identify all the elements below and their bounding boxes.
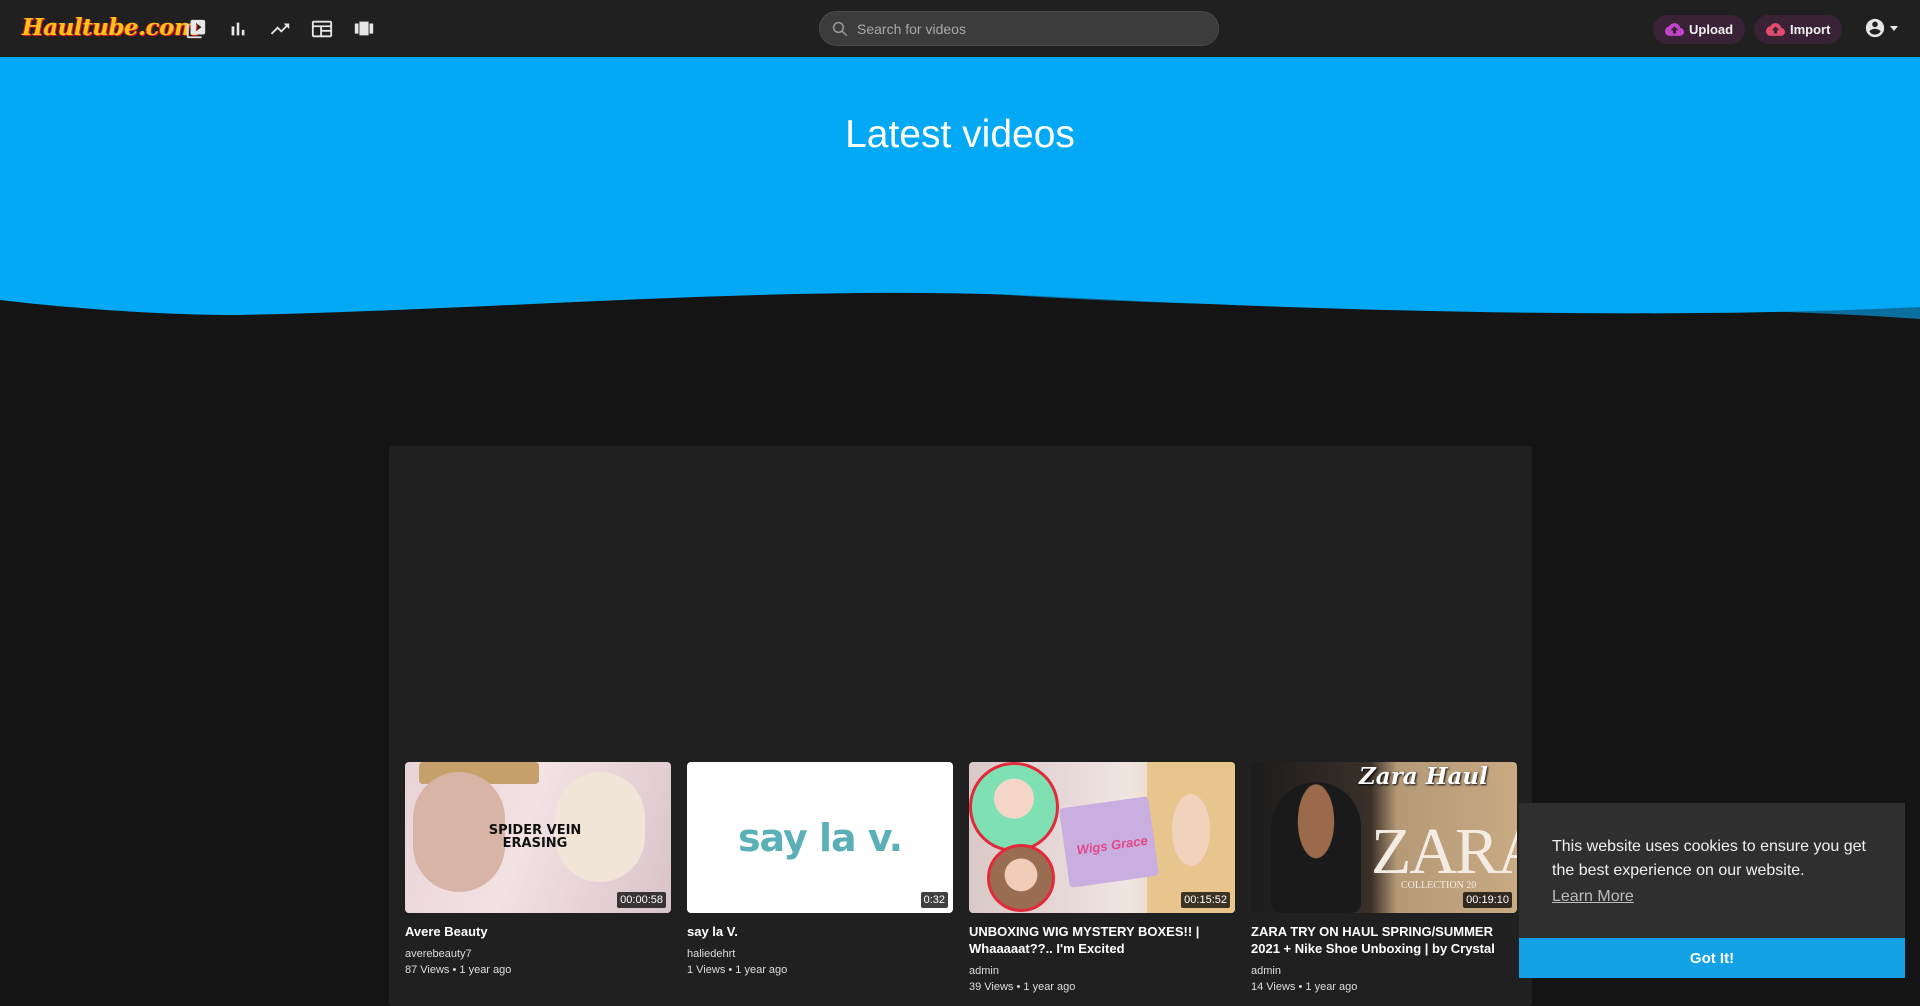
video-thumbnail[interactable]: Wigs Grace 00:15:52 bbox=[969, 762, 1235, 913]
video-meta: 39 Views • 1 year ago bbox=[969, 981, 1076, 993]
video-duration: 00:15:52 bbox=[1181, 892, 1230, 908]
thumb-decor: Wigs Grace bbox=[1058, 796, 1160, 888]
search-input[interactable] bbox=[857, 20, 1197, 37]
video-uploader[interactable]: haliedehrt bbox=[687, 948, 953, 960]
video-card[interactable]: say la v. 0:32 say la V. haliedehrt 1 Vi… bbox=[687, 762, 953, 993]
cookie-accept-button[interactable]: Got It! bbox=[1519, 938, 1905, 978]
import-label: Import bbox=[1790, 22, 1831, 37]
top-navbar: Haultube.com Upload Import bbox=[0, 0, 1920, 57]
hero-wave bbox=[0, 57, 1920, 332]
video-title[interactable]: say la V. bbox=[687, 923, 953, 940]
thumbnail-subtext: COLLECTION 20 bbox=[1401, 880, 1477, 891]
carousel-icon[interactable] bbox=[352, 17, 376, 41]
thumb-decor bbox=[987, 844, 1055, 912]
site-logo[interactable]: Haultube.com bbox=[22, 14, 198, 41]
video-title[interactable]: UNBOXING WIG MYSTERY BOXES!! | Whaaaaat?… bbox=[969, 923, 1235, 957]
trending-icon[interactable] bbox=[268, 17, 292, 41]
video-card[interactable]: Wigs Grace 00:15:52 UNBOXING WIG MYSTERY… bbox=[969, 762, 1235, 993]
cookie-message: This website uses cookies to ensure you … bbox=[1552, 838, 1866, 879]
cookie-banner: This website uses cookies to ensure you … bbox=[1519, 803, 1905, 978]
video-uploader[interactable]: admin bbox=[969, 965, 1235, 977]
thumbnail-text: Zara Haul bbox=[1359, 763, 1488, 790]
thumbnail-text: say la v. bbox=[737, 815, 903, 860]
upload-label: Upload bbox=[1689, 22, 1734, 37]
video-card[interactable]: ZARA COLLECTION 20 Zara Haul 00:19:10 ZA… bbox=[1251, 762, 1517, 993]
video-title[interactable]: Avere Beauty bbox=[405, 923, 671, 940]
video-meta: 14 Views • 1 year ago bbox=[1251, 981, 1358, 993]
thumbnail-text: SPIDER VEIN ERASING bbox=[488, 823, 582, 851]
video-duration: 0:32 bbox=[920, 892, 948, 908]
search-bar[interactable] bbox=[819, 11, 1219, 46]
video-thumbnail[interactable]: SPIDER VEIN ERASING 00:00:58 bbox=[405, 762, 671, 913]
upload-button[interactable]: Upload bbox=[1653, 15, 1746, 44]
video-duration: 00:00:58 bbox=[617, 892, 666, 908]
thumbnail-logo: ZARA bbox=[1371, 815, 1517, 888]
thumb-decor bbox=[1147, 762, 1235, 913]
video-uploader[interactable]: admin bbox=[1251, 965, 1517, 977]
video-thumbnail[interactable]: say la v. 0:32 bbox=[687, 762, 953, 913]
page-title: Latest videos bbox=[845, 113, 1075, 156]
account-menu[interactable] bbox=[1864, 17, 1900, 39]
charts-icon[interactable] bbox=[226, 17, 250, 41]
caret-down-icon bbox=[1890, 26, 1898, 31]
import-button[interactable]: Import bbox=[1754, 15, 1843, 44]
video-duration: 00:19:10 bbox=[1463, 892, 1512, 908]
thumb-decor bbox=[969, 762, 1059, 852]
videos-icon[interactable] bbox=[184, 17, 208, 41]
video-uploader[interactable]: averebeauty7 bbox=[405, 948, 671, 960]
video-thumbnail[interactable]: ZARA COLLECTION 20 Zara Haul 00:19:10 bbox=[1251, 762, 1517, 913]
video-title[interactable]: ZARA TRY ON HAUL SPRING/SUMMER 2021 + Ni… bbox=[1251, 923, 1517, 957]
video-meta: 1 Views • 1 year ago bbox=[687, 964, 788, 976]
hero-banner: Latest videos bbox=[0, 57, 1920, 332]
nav-icon-group bbox=[184, 17, 376, 41]
video-meta: 87 Views • 1 year ago bbox=[405, 964, 512, 976]
thumbnail-text: Wigs Grace bbox=[1075, 832, 1149, 858]
video-grid: SPIDER VEIN ERASING 00:00:58 Avere Beaut… bbox=[405, 762, 1517, 993]
search-icon bbox=[832, 21, 848, 36]
cloud-upload-icon bbox=[1665, 23, 1684, 36]
account-circle-icon bbox=[1865, 18, 1885, 38]
video-card[interactable]: SPIDER VEIN ERASING 00:00:58 Avere Beaut… bbox=[405, 762, 671, 993]
categories-icon[interactable] bbox=[310, 17, 334, 41]
thumb-decor bbox=[1271, 782, 1361, 913]
learn-more-link[interactable]: Learn More bbox=[1552, 888, 1634, 906]
cloud-upload-icon bbox=[1766, 23, 1785, 36]
